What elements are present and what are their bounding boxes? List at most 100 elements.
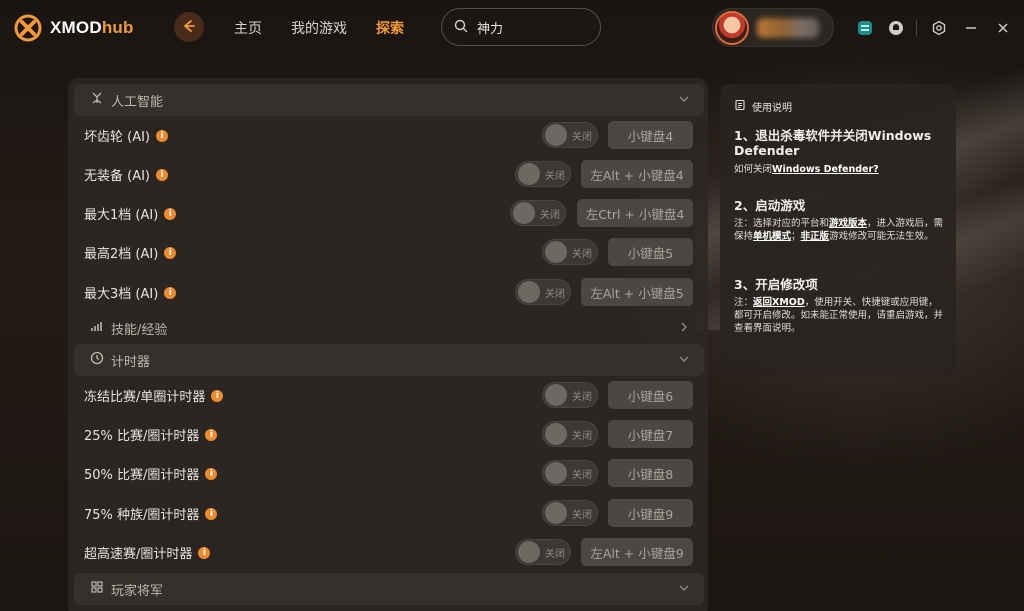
cheat-toggle[interactable]: 关闭 bbox=[542, 382, 598, 408]
grid-icon bbox=[90, 580, 104, 598]
info-icon[interactable]: i bbox=[211, 389, 224, 402]
section-timer-title: 计时器 bbox=[111, 354, 151, 370]
info-icon[interactable]: i bbox=[164, 286, 177, 299]
cheat-toggle[interactable]: 关闭 bbox=[542, 500, 598, 526]
robot-icon bbox=[90, 91, 104, 109]
section-skills-header[interactable]: 技能/经验 bbox=[74, 312, 704, 344]
xmod-logo-icon bbox=[14, 14, 42, 42]
info-icon[interactable]: i bbox=[164, 246, 177, 259]
user-profile[interactable] bbox=[712, 8, 834, 47]
hotkey-button[interactable]: 左Ctrl + 小键盘4 bbox=[577, 199, 693, 227]
clock-icon bbox=[90, 351, 104, 369]
section-timer-header[interactable]: 计时器 bbox=[74, 344, 704, 376]
app-logo[interactable]: XMODhub bbox=[14, 14, 134, 42]
windows-defender-link[interactable]: Windows Defender? bbox=[772, 164, 879, 175]
toggle-switch-icon[interactable] bbox=[856, 19, 874, 37]
hotkey-button[interactable]: 小键盘8 bbox=[608, 459, 693, 487]
arrow-left-icon bbox=[182, 18, 196, 37]
info-icon[interactable]: i bbox=[156, 129, 169, 142]
section-ai-title: 人工智能 bbox=[111, 94, 164, 110]
cheat-row: 最大3档 (AI) i 关闭 左Alt + 小键盘5 bbox=[84, 278, 696, 306]
help-header: 使用说明 bbox=[734, 99, 792, 114]
cheat-label: 最高2档 (AI) bbox=[84, 247, 159, 262]
nav-home[interactable]: 主页 bbox=[234, 18, 262, 38]
section-ai-header[interactable]: 人工智能 bbox=[74, 84, 704, 116]
step-2-note: 注：选择对应的平台和游戏版本，进入游戏后，需保持单机模式；非正版游戏修改可能无法… bbox=[734, 218, 944, 242]
cheat-label: 无装备 (AI) bbox=[84, 169, 151, 184]
hotkey-button[interactable]: 小键盘5 bbox=[608, 238, 693, 266]
search-input[interactable] bbox=[477, 19, 587, 35]
hotkey-button[interactable]: 小键盘4 bbox=[608, 121, 693, 149]
single-player-link[interactable]: 单机模式 bbox=[753, 231, 791, 242]
info-icon[interactable]: i bbox=[164, 207, 177, 220]
cheat-row: 50% 比赛/圈计时器 i 关闭 小键盘8 bbox=[84, 459, 696, 487]
hotkey-button[interactable]: 小键盘6 bbox=[608, 381, 693, 409]
cheat-toggle[interactable]: 关闭 bbox=[510, 200, 566, 226]
help-title: 使用说明 bbox=[752, 103, 792, 114]
cheat-label: 冻结比赛/单圈计时器 bbox=[84, 390, 206, 405]
hotkey-button[interactable]: 左Alt + 小键盘4 bbox=[581, 160, 693, 188]
cheat-label: 50% 比赛/圈计时器 bbox=[84, 468, 200, 483]
cheat-label: 坏齿轮 (AI) bbox=[84, 130, 151, 145]
search-box[interactable] bbox=[441, 8, 601, 46]
cheat-row: 最高2档 (AI) i 关闭 小键盘5 bbox=[84, 238, 696, 266]
hotkey-button[interactable]: 小键盘7 bbox=[608, 420, 693, 448]
nav-explore[interactable]: 探索 bbox=[376, 18, 404, 38]
bar-chart-icon bbox=[90, 319, 104, 337]
divider bbox=[916, 20, 917, 36]
chevron-down-icon bbox=[678, 93, 690, 109]
info-icon[interactable]: i bbox=[205, 428, 218, 441]
cheat-row: 25% 比赛/圈计时器 i 关闭 小键盘7 bbox=[84, 420, 696, 448]
cheat-toggle[interactable]: 关闭 bbox=[542, 421, 598, 447]
step-2-title: 2、启动游戏 bbox=[734, 198, 806, 213]
cheat-toggle[interactable]: 关闭 bbox=[515, 539, 571, 565]
cheat-label: 最大3档 (AI) bbox=[84, 287, 159, 302]
username-blurred bbox=[757, 17, 819, 38]
cheat-label: 25% 比赛/圈计时器 bbox=[84, 429, 200, 444]
hotkey-button[interactable]: 左Alt + 小键盘5 bbox=[581, 278, 693, 306]
cheat-toggle[interactable]: 关闭 bbox=[542, 239, 598, 265]
step-1-note: 如何关闭Windows Defender? bbox=[734, 164, 879, 175]
back-button[interactable] bbox=[174, 12, 204, 42]
cheat-row: 最大1档 (AI) i 关闭 左Ctrl + 小键盘4 bbox=[84, 199, 696, 227]
cheat-toggle[interactable]: 关闭 bbox=[542, 122, 598, 148]
non-genuine-link[interactable]: 非正版 bbox=[801, 231, 830, 242]
chevron-right-icon bbox=[678, 321, 690, 337]
cheat-row: 冻结比赛/单圈计时器 i 关闭 小键盘6 bbox=[84, 381, 696, 409]
step-1-title: 1、退出杀毒软件并关闭Windows Defender bbox=[734, 128, 932, 158]
section-player-general-title: 玩家将军 bbox=[111, 583, 164, 599]
close-icon[interactable] bbox=[994, 19, 1012, 37]
game-version-link[interactable]: 游戏版本 bbox=[829, 218, 867, 229]
document-icon bbox=[734, 99, 746, 114]
info-icon[interactable]: i bbox=[198, 546, 211, 559]
top-bar: XMODhub 主页 我的游戏 探索 bbox=[0, 0, 1024, 56]
settings-icon[interactable] bbox=[930, 19, 948, 37]
search-icon bbox=[454, 18, 468, 37]
info-icon[interactable]: i bbox=[205, 467, 218, 480]
hotkey-button[interactable]: 左Alt + 小键盘9 bbox=[581, 538, 693, 566]
step-3-note: 注：返回XMOD，使用开关、快捷键或应用键，都可开启修改。如未能正常使用，请重启… bbox=[734, 297, 944, 334]
hotkey-button[interactable]: 小键盘9 bbox=[608, 499, 693, 527]
usage-instructions-panel: 使用说明 1、退出杀毒软件并关闭Windows Defender 如何关闭Win… bbox=[720, 84, 956, 376]
avatar bbox=[715, 10, 749, 45]
chevron-down-icon bbox=[678, 582, 690, 598]
cheat-toggle[interactable]: 关闭 bbox=[515, 161, 571, 187]
cheat-row: 75% 种族/圈计时器 i 关闭 小键盘9 bbox=[84, 499, 696, 527]
return-xmod-link[interactable]: 返回XMOD bbox=[753, 297, 805, 308]
minimize-icon[interactable] bbox=[962, 19, 980, 37]
section-skills-title: 技能/经验 bbox=[111, 322, 168, 338]
section-player-general-header[interactable]: 玩家将军 bbox=[74, 573, 704, 605]
info-icon[interactable]: i bbox=[156, 168, 169, 181]
cheat-label: 75% 种族/圈计时器 bbox=[84, 508, 200, 523]
app-logo-text: XMODhub bbox=[50, 18, 134, 37]
chevron-down-icon bbox=[678, 353, 690, 369]
cheat-toggle[interactable]: 关闭 bbox=[542, 460, 598, 486]
notification-icon[interactable] bbox=[887, 19, 905, 37]
cheat-row: 无装备 (AI) i 关闭 左Alt + 小键盘4 bbox=[84, 160, 696, 188]
step-3-title: 3、开启修改项 bbox=[734, 277, 818, 292]
cheat-label: 超高速赛/圈计时器 bbox=[84, 547, 193, 562]
info-icon[interactable]: i bbox=[205, 507, 218, 520]
cheat-label: 最大1档 (AI) bbox=[84, 208, 159, 223]
nav-my-games[interactable]: 我的游戏 bbox=[291, 18, 347, 38]
cheat-toggle[interactable]: 关闭 bbox=[515, 279, 571, 305]
